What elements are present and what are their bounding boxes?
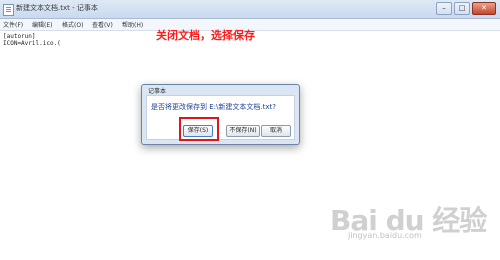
dialog-message: 是否将更改保存到 E:\新建文本文档.txt? [151,103,276,111]
instruction-annotation: 关闭文档，选择保存 [156,29,255,42]
menu-file[interactable]: 文件(F) [3,20,23,29]
menu-format[interactable]: 格式(O) [62,20,83,29]
close-button[interactable]: ✕ [472,2,496,15]
highlight-box [179,117,219,141]
minimize-button[interactable]: – [436,2,452,15]
watermark: Bai du 经验 jingyan.baidu.com [330,195,487,245]
editor-line: [autorun] [3,33,36,40]
notepad-icon [3,4,14,16]
menu-edit[interactable]: 编辑(E) [32,20,52,29]
menu-view[interactable]: 查看(V) [92,20,113,29]
save-dialog: 记事本 是否将更改保存到 E:\新建文本文档.txt? 保存(S) 不保存(N)… [141,84,300,145]
cancel-button[interactable]: 取消 [261,125,291,137]
maximize-button[interactable]: □ [454,2,470,15]
window-titlebar: 新建文本文档.txt - 记事本 – □ ✕ [0,0,500,19]
editor-line: ICON=Avril.ico.( [3,40,61,47]
window-controls: – □ ✕ [436,2,496,15]
dialog-title: 记事本 [148,88,167,95]
watermark-url: jingyan.baidu.com [348,231,422,240]
window-title: 新建文本文档.txt - 记事本 [16,4,98,12]
menu-help[interactable]: 帮助(H) [122,20,143,29]
dialog-body: 是否将更改保存到 E:\新建文本文档.txt? 保存(S) 不保存(N) 取消 [146,95,295,140]
dont-save-button[interactable]: 不保存(N) [226,125,260,137]
